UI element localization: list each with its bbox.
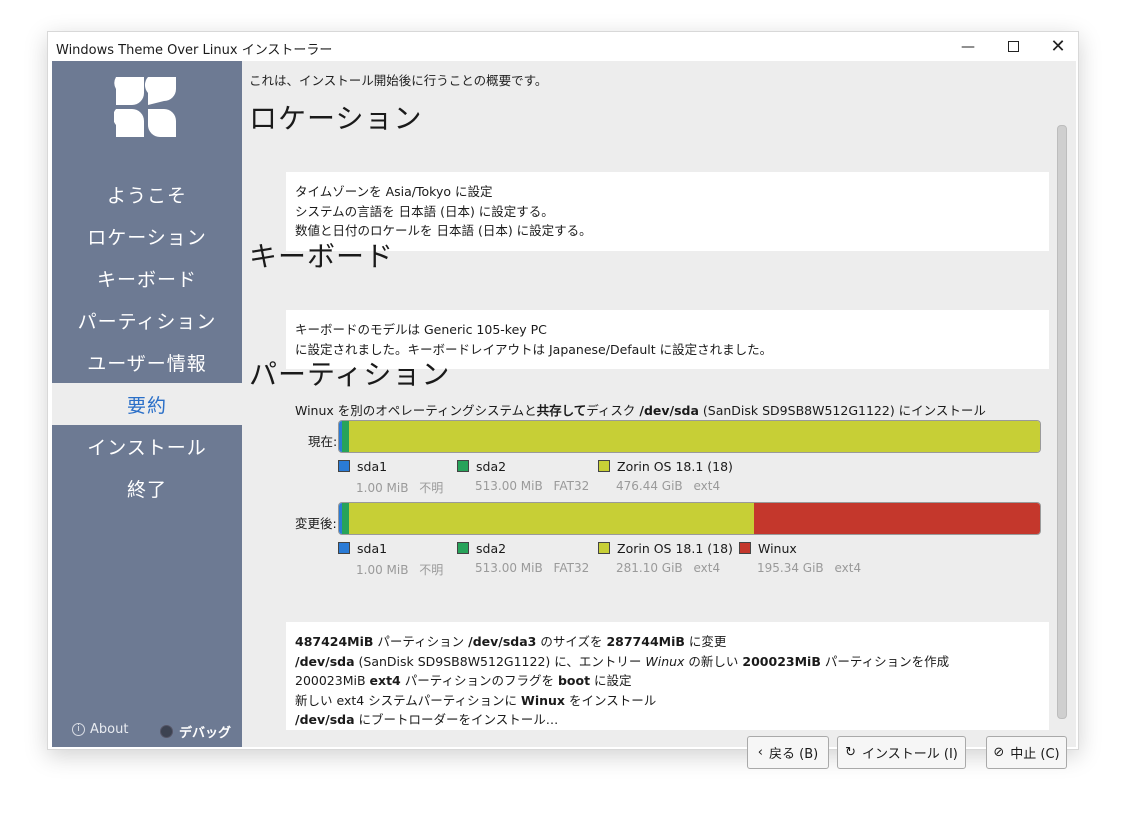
sidebar: ようこそ ロケーション キーボード パーティション ユーザー情報 要約 インスト… [52,61,242,747]
legend-size: 476.44 GiB [616,479,683,493]
legend-size: 513.00 MiB [475,479,543,493]
sidebar-item-welcome: ようこそ [106,184,187,207]
legend-name: sda2 [476,541,507,556]
legend-filesystem: ext4 [689,479,721,493]
legend-item: sda1 1.00 MiB 不明 [338,541,443,578]
legend-swatch [457,460,469,472]
sidebar-item-location: ロケーション [87,226,207,249]
legend-swatch [338,460,350,472]
legend-filesystem: ext4 [689,561,721,575]
legend-filesystem: 不明 [415,563,444,577]
partition-segment-sda2 [342,421,349,452]
legend-meta: 513.00 MiB FAT32 [457,479,589,493]
legend-name: sda1 [357,459,388,474]
debug-button[interactable]: デバッグ [160,722,231,741]
window-title: Windows Theme Over Linux インストーラー [56,43,333,58]
sidebar-item-keyboard: キーボード [96,268,197,291]
legend-name: Zorin OS 18.1 (18) [617,459,733,474]
legend-meta: 476.44 GiB ext4 [598,479,733,493]
legend-item: sda2 513.00 MiB FAT32 [457,459,589,493]
partition-segment-zorin-os-18-1-18- [348,421,1040,452]
legend-swatch [457,542,469,554]
info-icon: i [72,723,85,736]
title-bar: Windows Theme Over Linux インストーラー — ✕ [48,32,1078,61]
sidebar-footer: i About デバッグ [52,719,242,743]
sidebar-item-install: インストール [87,436,207,459]
legend-name: sda2 [476,459,507,474]
legend-swatch [598,460,610,472]
legend-filesystem: FAT32 [549,561,590,575]
debug-icon [160,725,173,738]
legend-meta: 1.00 MiB 不明 [338,479,443,496]
legend-filesystem: FAT32 [549,479,590,493]
install-icon: ↻ [845,745,857,760]
legend-name: Winux [758,541,797,556]
legend-item: Zorin OS 18.1 (18) 476.44 GiB ext4 [598,459,733,493]
legend-item: Winux 195.34 GiB ext4 [739,541,861,575]
legend-meta: 281.10 GiB ext4 [598,561,733,575]
legend-swatch [739,542,751,554]
partition-heading: パーティション [249,358,451,391]
sidebar-item-summary: 要約 [52,383,242,425]
after-partition-bar [338,502,1041,535]
legend-item: sda2 513.00 MiB FAT32 [457,541,589,575]
cancel-icon: ⊘ [993,745,1005,760]
partition-segment-zorin-os-18-1-18- [348,503,755,534]
legend-name: sda1 [357,541,388,556]
sidebar-item-partition: パーティション [77,310,217,333]
chevron-left-icon: ‹ [757,745,763,760]
legend-item: Zorin OS 18.1 (18) 281.10 GiB ext4 [598,541,733,575]
maximize-icon [1007,41,1019,52]
minimize-button[interactable]: — [946,32,990,61]
legend-name: Zorin OS 18.1 (18) [617,541,733,556]
legend-size: 1.00 MiB [356,563,409,577]
install-button[interactable]: ↻ インストール (I) [837,736,966,769]
sidebar-item-users: ユーザー情報 [87,352,207,375]
minimize-icon: — [961,38,975,55]
legend-size: 513.00 MiB [475,561,543,575]
keyboard-heading: キーボード [249,240,395,273]
current-partition-bar [338,420,1041,453]
after-label: 変更後: [295,516,337,531]
close-button[interactable]: ✕ [1036,32,1080,61]
sidebar-item-finish: 終了 [126,478,167,501]
partition-description: Winux を別のオペレーティングシステムと共存してディスク /dev/sda … [295,403,986,418]
legend-size: 1.00 MiB [356,481,409,495]
partition-segment-winux [754,503,1040,534]
legend-filesystem: ext4 [830,561,862,575]
legend-filesystem: 不明 [415,481,444,495]
installer-window: Windows Theme Over Linux インストーラー — ✕ ようこ… [47,31,1079,769]
close-icon: ✕ [1050,36,1066,57]
scrollbar[interactable] [1057,125,1067,719]
summary-page: これは、インストール開始後に行うことの概要です。 ロケーション タイムゾーンを … [242,61,1076,769]
intro-text: これは、インストール開始後に行うことの概要です。 [249,73,548,88]
legend-meta: 513.00 MiB FAT32 [457,561,589,575]
about-button[interactable]: i About [72,722,128,737]
location-heading: ロケーション [249,102,423,135]
legend-meta: 1.00 MiB 不明 [338,561,443,578]
partition-segment-sda2 [342,503,349,534]
logo-icon [114,77,176,137]
current-label: 現在: [308,434,338,449]
back-button[interactable]: ‹ 戻る (B) [747,736,829,769]
maximize-button[interactable] [991,32,1035,61]
partition-operations: 487424MiB パーティション /dev/sda3 のサイズを 287744… [286,622,1049,730]
legend-size: 281.10 GiB [616,561,683,575]
legend-swatch [338,542,350,554]
cancel-button[interactable]: ⊘ 中止 (C) [986,736,1067,769]
legend-item: sda1 1.00 MiB 不明 [338,459,443,496]
legend-size: 195.34 GiB [757,561,824,575]
legend-meta: 195.34 GiB ext4 [739,561,861,575]
legend-swatch [598,542,610,554]
location-summary: タイムゾーンを Asia/Tokyo に設定 システムの言語を 日本語 (日本)… [286,172,1049,251]
